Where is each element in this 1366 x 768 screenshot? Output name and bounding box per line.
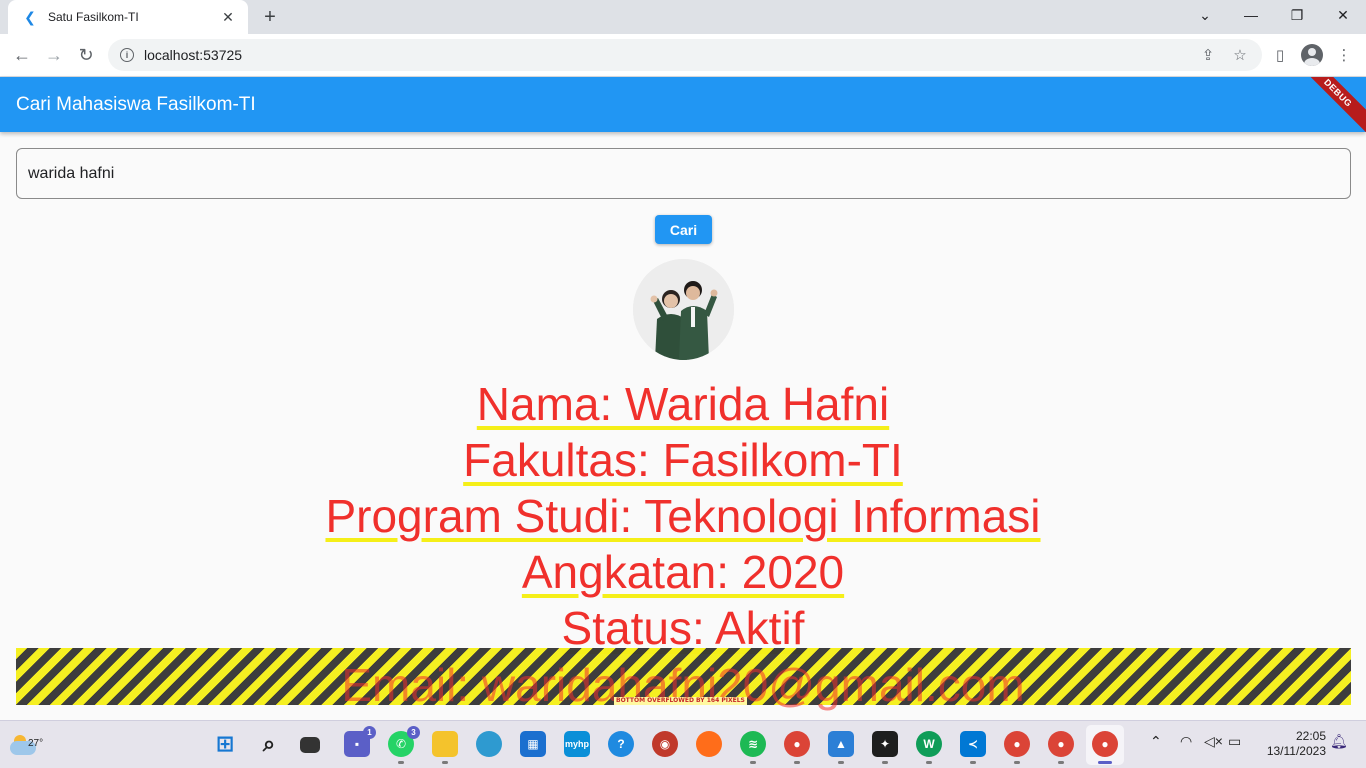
weather-widget[interactable]: 27° (8, 729, 44, 761)
address-bar[interactable]: i localhost:53725 ⇪ ☆ (108, 39, 1262, 71)
file-explorer-icon[interactable] (432, 731, 458, 764)
vscode-icon[interactable]: ≺ (960, 731, 986, 764)
wifi-icon[interactable]: ◠ (1180, 733, 1192, 750)
running-indicator (838, 761, 844, 764)
minimize-icon[interactable]: — (1228, 0, 1274, 30)
bookmark-star-icon[interactable]: ☆ (1226, 39, 1254, 71)
edge-browser-icon[interactable] (476, 731, 502, 757)
app-bar: Cari Mahasiswa Fasilkom-TI DEBUG (0, 77, 1366, 132)
tab-search-icon[interactable]: ⌄ (1182, 0, 1228, 30)
myhp-icon[interactable]: myhp (564, 731, 590, 757)
url-text: localhost:53725 (144, 47, 243, 63)
search-input[interactable] (16, 148, 1351, 199)
student-photo (633, 259, 734, 360)
windows-taskbar: 27° ⊞ ⌕ ▪ 1 ✆ 3 ▦ myhp ? ◉ ≋ ● ▲ ✦ W ≺ ●… (0, 720, 1366, 768)
volume-muted-icon[interactable]: ◁× (1204, 733, 1223, 750)
task-view-icon[interactable] (300, 737, 320, 753)
teams-chat-icon[interactable]: ▪ 1 (344, 726, 376, 757)
overflow-warning-label: BOTTOM OVERFLOWED BY 164 PIXELS (614, 697, 747, 705)
tab-title: Satu Fasilkom-TI (48, 10, 139, 24)
debug-banner: DEBUG (1296, 77, 1366, 132)
system-clock[interactable]: 22:05 13/11/2023 (1256, 729, 1326, 759)
running-indicator (970, 761, 976, 764)
battery-icon[interactable]: ▭ (1228, 733, 1241, 750)
figma-icon[interactable]: ✦ (872, 731, 898, 764)
active-indicator (1098, 761, 1112, 764)
running-indicator (398, 761, 404, 764)
chrome-active-icon[interactable]: ● (1092, 731, 1118, 764)
tab-close-icon[interactable]: ✕ (218, 7, 238, 27)
whatsapp-badge: 3 (407, 726, 420, 739)
browser-tab-strip: ❮ Satu Fasilkom-TI ✕ + ⌄ — ❐ ✕ (0, 0, 1366, 34)
browser-tab[interactable]: ❮ Satu Fasilkom-TI ✕ (8, 0, 248, 34)
search-icon[interactable]: ⌕ (256, 731, 282, 757)
student-fakultas: Fakultas: Fasilkom-TI (463, 434, 903, 486)
notification-bell-icon[interactable]: 🔔︎ (1330, 733, 1348, 750)
browser-toolbar: ← → ↻ i localhost:53725 ⇪ ☆ ▯ ⋮ (0, 34, 1366, 77)
cari-button[interactable]: Cari (655, 215, 712, 244)
whatsapp-icon[interactable]: ✆ 3 (388, 726, 420, 764)
back-icon[interactable]: ← (8, 41, 36, 69)
clock-time: 22:05 (1295, 729, 1326, 743)
weather-temperature: 27° (28, 738, 44, 749)
running-indicator (442, 761, 448, 764)
flutter-favicon-icon: ❮ (24, 8, 36, 25)
new-tab-button[interactable]: + (256, 5, 284, 29)
running-indicator (1058, 761, 1064, 764)
chrome-profile-icon[interactable]: ● (784, 731, 810, 764)
side-panel-icon[interactable]: ▯ (1266, 41, 1294, 69)
teams-badge: 1 (363, 726, 376, 739)
show-hidden-icons[interactable]: ⌃ (1150, 733, 1162, 750)
photos-icon[interactable]: ▲ (828, 731, 854, 764)
firefox-icon[interactable] (696, 731, 722, 757)
get-help-icon[interactable]: ? (608, 731, 634, 757)
share-icon[interactable]: ⇪ (1194, 39, 1222, 71)
running-indicator (750, 761, 756, 764)
student-prodi: Program Studi: Teknologi Informasi (325, 490, 1041, 542)
chrome-icon[interactable]: ● (1004, 731, 1030, 764)
close-window-icon[interactable]: ✕ (1320, 0, 1366, 30)
running-indicator (1014, 761, 1020, 764)
forward-icon[interactable]: → (40, 41, 68, 69)
chrome-work-profile-icon[interactable]: W (916, 731, 942, 764)
spotify-icon[interactable]: ≋ (740, 731, 766, 764)
student-angkatan: Angkatan: 2020 (521, 546, 845, 598)
site-info-icon[interactable]: i (120, 48, 134, 62)
chrome-icon-2[interactable]: ● (1048, 731, 1074, 764)
running-indicator (794, 761, 800, 764)
running-indicator (926, 761, 932, 764)
start-windows-icon[interactable]: ⊞ (212, 731, 238, 757)
restore-icon[interactable]: ❐ (1274, 0, 1320, 30)
clock-date: 13/11/2023 (1266, 744, 1326, 758)
reload-icon[interactable]: ↻ (72, 41, 100, 69)
profile-button[interactable] (1298, 41, 1326, 69)
menu-kebab-icon[interactable]: ⋮ (1330, 41, 1358, 69)
owl-app-icon[interactable]: ◉ (652, 731, 678, 757)
running-indicator (882, 761, 888, 764)
profile-avatar-icon (1301, 44, 1323, 66)
student-avatar (633, 259, 734, 360)
student-nama: Nama: Warida Hafni (476, 378, 890, 430)
app-title: Cari Mahasiswa Fasilkom-TI (16, 93, 256, 115)
microsoft-store-icon[interactable]: ▦ (520, 731, 546, 757)
